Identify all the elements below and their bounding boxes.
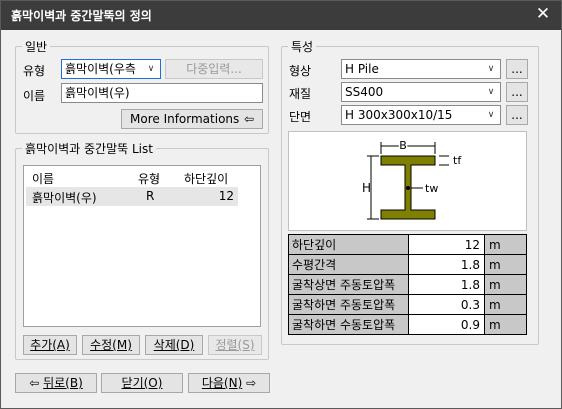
- prop-value[interactable]: 0.3: [408, 294, 485, 315]
- shape-more-button[interactable]: ...: [506, 59, 528, 79]
- shape-combo-value: H Pile: [345, 62, 379, 76]
- material-combo-value: SS400: [345, 85, 384, 99]
- chevron-down-icon: ∨: [487, 110, 495, 120]
- diagram-label-H: H: [362, 181, 371, 195]
- prop-value[interactable]: 1.8: [408, 254, 485, 275]
- section-more-button[interactable]: ...: [506, 105, 528, 125]
- edit-label: 수정(M): [90, 338, 132, 352]
- more-info-label: More Informations: [130, 112, 240, 126]
- multi-input-button[interactable]: 다중입력...: [165, 59, 263, 79]
- type-combo[interactable]: 흙막이벽(우측 ∨: [61, 59, 161, 79]
- close-button[interactable]: 닫기(O): [101, 373, 183, 393]
- section-combo[interactable]: H 300x300x10/15 ∨: [341, 105, 501, 125]
- prop-name: 하단깊이: [288, 234, 409, 255]
- table-row: 굴착상면 주동토압폭 1.8 m: [288, 274, 527, 295]
- left-arrow-icon: ⇦: [29, 376, 44, 390]
- return-arrow-icon: ⇦: [244, 112, 255, 126]
- general-legend: 일반: [22, 38, 51, 55]
- right-arrow-icon: ⇨: [242, 376, 257, 390]
- prop-unit: m: [484, 294, 527, 315]
- shape-label: 형상: [289, 64, 312, 78]
- add-label: 추가(A): [30, 338, 70, 352]
- next-label: 다음(N): [201, 376, 243, 390]
- shape-combo[interactable]: H Pile ∨: [341, 59, 501, 79]
- chevron-down-icon: ∨: [147, 64, 155, 74]
- column-header-name[interactable]: 이름: [32, 170, 54, 187]
- back-label: 뒤로(B): [43, 376, 83, 390]
- section-diagram: B H tf tw: [288, 131, 527, 231]
- diagram-label-tf: tf: [453, 154, 462, 167]
- diagram-label-B: B: [399, 139, 407, 152]
- table-row: 수평간격 1.8 m: [288, 254, 527, 275]
- type-label: 유형: [23, 64, 46, 78]
- table-row: 굴착하면 수동토압폭 0.9 m: [288, 314, 527, 335]
- material-combo[interactable]: SS400 ∨: [341, 82, 501, 102]
- delete-button[interactable]: 삭제(D): [145, 335, 203, 355]
- column-header-depth[interactable]: 하단깊이: [184, 170, 228, 187]
- object-list[interactable]: 이름 유형 하단깊이 흙막이벽(우) R 12: [23, 165, 261, 327]
- close-icon[interactable]: ✕: [533, 4, 553, 24]
- edit-button[interactable]: 수정(M): [82, 335, 140, 355]
- title-bar: 흙막이벽과 중간말뚝의 정의 ✕: [1, 1, 561, 30]
- chevron-down-icon: ∨: [487, 87, 495, 97]
- section-label: 단면: [289, 110, 312, 124]
- table-row: 하단깊이 12 m: [288, 234, 527, 255]
- close-label: 닫기(O): [121, 376, 163, 390]
- next-button[interactable]: 다음(N) ⇨: [188, 373, 270, 393]
- h-beam-diagram: B H tf tw: [362, 138, 462, 220]
- prop-value[interactable]: 0.9: [408, 314, 485, 335]
- prop-value[interactable]: 1.8: [408, 274, 485, 295]
- list-item-name: 흙막이벽(우): [32, 191, 97, 205]
- material-label: 재질: [289, 87, 312, 101]
- list-item-depth: 12: [218, 189, 234, 203]
- table-row: 굴착하면 주동토압폭 0.3 m: [288, 294, 527, 315]
- sort-button[interactable]: 정렬(S): [208, 335, 262, 355]
- more-info-button[interactable]: More Informations ⇦: [121, 109, 263, 129]
- material-more-button[interactable]: ...: [506, 82, 528, 102]
- prop-name: 굴착하면 수동토압폭: [288, 314, 409, 335]
- prop-unit: m: [484, 314, 527, 335]
- property-table: 하단깊이 12 m 수평간격 1.8 m 굴착상면 주동토압폭 1.8 m 굴착…: [288, 234, 527, 335]
- add-button[interactable]: 추가(A): [23, 335, 77, 355]
- sort-label: 정렬(S): [215, 338, 255, 352]
- list-item[interactable]: 흙막이벽(우) R 12: [26, 187, 238, 206]
- prop-unit: m: [484, 234, 527, 255]
- list-item-type: R: [146, 189, 155, 203]
- section-combo-value: H 300x300x10/15: [345, 108, 453, 122]
- name-label: 이름: [23, 89, 46, 103]
- prop-name: 굴착상면 주동토압폭: [288, 274, 409, 295]
- list-legend: 흙막이벽과 중간말뚝 List: [22, 140, 156, 157]
- type-combo-value: 흙막이벽(우측: [65, 62, 136, 76]
- column-header-type[interactable]: 유형: [138, 170, 160, 187]
- window-title: 흙막이벽과 중간말뚝의 정의: [11, 9, 152, 23]
- prop-unit: m: [484, 274, 527, 295]
- properties-legend: 특성: [288, 38, 317, 55]
- back-button[interactable]: ⇦ 뒤로(B): [15, 373, 97, 393]
- prop-unit: m: [484, 254, 527, 275]
- prop-name: 수평간격: [288, 254, 409, 275]
- prop-name: 굴착하면 주동토압폭: [288, 294, 409, 315]
- chevron-down-icon: ∨: [487, 64, 495, 74]
- prop-value[interactable]: 12: [408, 234, 485, 255]
- delete-label: 삭제(D): [153, 338, 195, 352]
- name-field[interactable]: 흙막이벽(우): [61, 83, 263, 103]
- diagram-label-tw: tw: [425, 182, 438, 195]
- dialog-window: 흙막이벽과 중간말뚝의 정의 ✕ 일반 유형 흙막이벽(우측 ∨ 다중입력...…: [0, 0, 562, 409]
